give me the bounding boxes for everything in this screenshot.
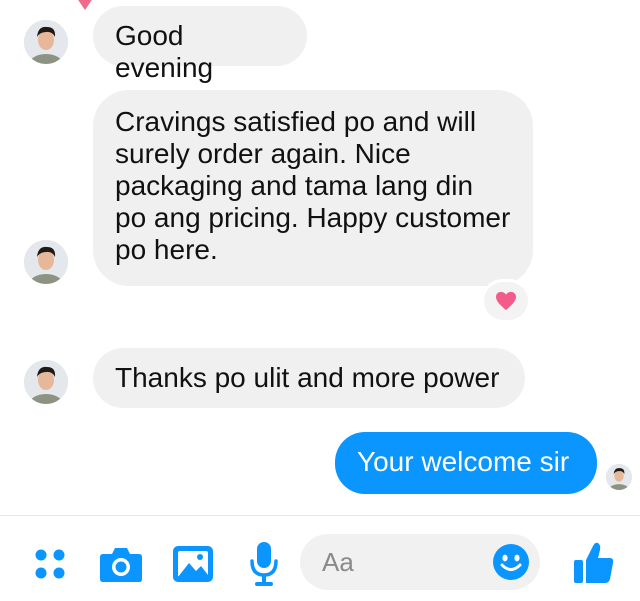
microphone-button[interactable] [244, 540, 284, 588]
message-bubble[interactable]: Thanks po ulit and more power [93, 348, 525, 408]
message-input-placeholder: Aa [322, 547, 354, 577]
seen-avatar [606, 464, 632, 490]
avatar[interactable] [24, 240, 68, 284]
like-button[interactable] [570, 538, 618, 588]
message-bubble[interactable]: Good evening [93, 6, 307, 83]
gallery-button[interactable] [170, 542, 216, 586]
avatar[interactable] [24, 20, 68, 64]
message-input[interactable]: Aa [300, 534, 540, 590]
message-text: Your welcome sir [357, 446, 570, 477]
menu-dots-button[interactable] [30, 544, 70, 584]
smiley-icon[interactable] [492, 543, 530, 581]
message-text: Thanks po ulit and more power [115, 362, 500, 393]
message-bubble[interactable]: Cravings satisfied po and will surely or… [93, 90, 533, 286]
composer-bar: Aa [0, 515, 640, 601]
microphone-icon [250, 542, 278, 586]
message-text: Cravings satisfied po and will surely or… [115, 106, 511, 265]
menu-dots-icon [35, 549, 65, 579]
message-thread: Good evening Cravings satisfied po and w… [0, 0, 640, 515]
camera-icon [100, 548, 142, 582]
message-text: Good evening [115, 20, 214, 83]
gallery-icon [173, 546, 213, 582]
avatar[interactable] [24, 360, 68, 404]
camera-button[interactable] [98, 542, 144, 586]
thumbs-up-icon [574, 542, 614, 583]
message-bubble[interactable]: Your welcome sir [335, 432, 597, 494]
reaction-badge[interactable] [484, 282, 528, 320]
heart-icon [496, 291, 516, 311]
